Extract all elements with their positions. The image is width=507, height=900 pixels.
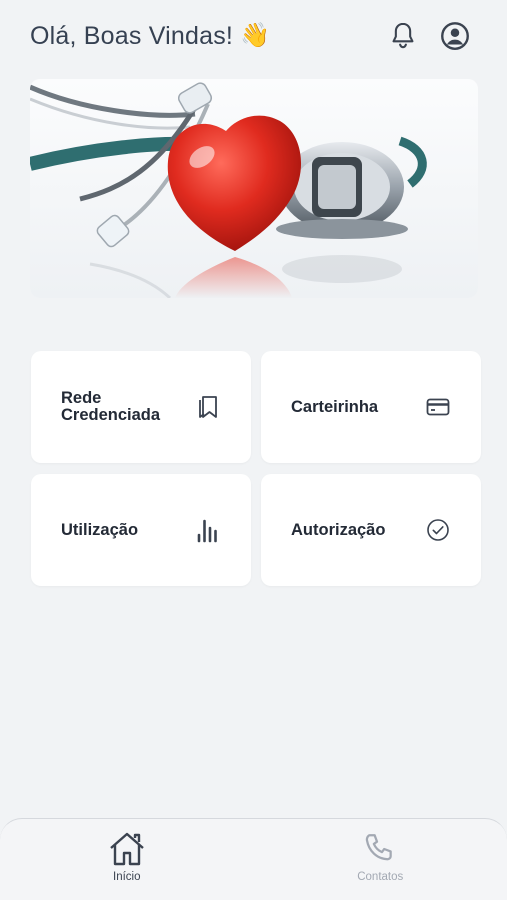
bookmark-icon: [195, 394, 221, 420]
profile-button[interactable]: [439, 20, 471, 52]
user-circle-icon: [441, 22, 469, 50]
greeting-text: Olá, Boas Vindas!: [30, 21, 234, 50]
header-actions: [387, 20, 471, 52]
check-circle-icon: [425, 517, 451, 543]
menu-card-label: Carteirinha: [291, 397, 379, 416]
tab-inicio[interactable]: Início: [0, 819, 254, 900]
menu-card-utilizacao[interactable]: Utilização: [31, 474, 251, 586]
greeting: Olá, Boas Vindas! 👋: [30, 22, 270, 51]
menu-card-label: Rede Credenciada: [61, 389, 161, 424]
stethoscope-heart-image: [30, 79, 478, 298]
card-icon: [425, 394, 451, 420]
tab-label: Contatos: [357, 871, 404, 883]
wave-emoji: 👋: [240, 22, 271, 49]
phone-icon: [366, 834, 393, 861]
bar-chart-icon: [195, 517, 221, 543]
header: Olá, Boas Vindas! 👋: [30, 14, 471, 58]
tab-contatos[interactable]: Contatos: [254, 819, 507, 900]
menu-grid: Rede Credenciada Carteirinha Utilização: [31, 351, 481, 586]
app-root: Olá, Boas Vindas! 👋 Rede Credenciada Car…: [0, 0, 507, 900]
home-icon: [109, 832, 144, 866]
bottom-tab-bar: Início Contatos: [0, 818, 507, 900]
menu-card-autorizacao[interactable]: Autorização: [261, 474, 481, 586]
menu-card-label: Autorização: [291, 520, 386, 539]
menu-card-rede-credenciada[interactable]: Rede Credenciada: [31, 351, 251, 463]
banner-image: [30, 79, 478, 298]
tab-label: Início: [113, 871, 141, 883]
bell-icon: [392, 22, 414, 49]
menu-card-carteirinha[interactable]: Carteirinha: [261, 351, 481, 463]
notification-button[interactable]: [387, 20, 419, 52]
menu-card-label: Utilização: [61, 520, 139, 539]
